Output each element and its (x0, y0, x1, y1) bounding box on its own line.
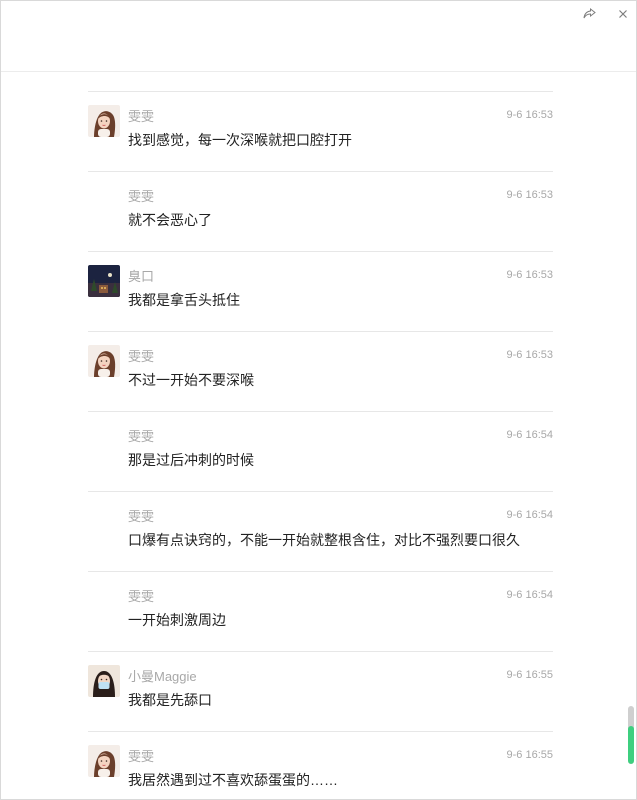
message-time: 9-6 16:53 (506, 109, 553, 121)
message-item: 雯雯 9-6 16:53 就不会恶心了 (88, 171, 553, 252)
message-text[interactable]: 那是过后冲刺的时候 (128, 450, 254, 470)
message-text[interactable]: 口爆有点诀窍的，不能一开始就整根含住，对比不强烈要口很久 (128, 530, 520, 550)
message-text[interactable]: 我居然遇到过不喜欢舔蛋蛋的…… (128, 770, 338, 790)
message-item: 小曼Maggie 9-6 16:55 我都是先舔口 (88, 651, 553, 732)
message-item: 雯雯 9-6 16:55 我居然遇到过不喜欢舔蛋蛋的…… (88, 731, 553, 799)
message-item: 雯雯 9-6 16:53 不过一开始不要深喉 (88, 331, 553, 412)
sender-name: 雯雯 (128, 349, 155, 364)
message-item: 雯雯 9-6 16:53 找到感觉，每一次深喉就把口腔打开 (88, 91, 553, 172)
sender-name: 雯雯 (128, 509, 155, 524)
message-item: 雯雯 9-6 16:54 一开始刺激周边 (88, 571, 553, 652)
message-item: 雯雯 9-6 16:54 口爆有点诀窍的，不能一开始就整根含住，对比不强烈要口很… (88, 491, 553, 572)
message-item: 臭口 9-6 16:53 我都是拿舌头抵住 (88, 251, 553, 332)
message-text[interactable]: 一开始刺激周边 (128, 610, 226, 630)
message-text[interactable]: 不过一开始不要深喉 (128, 370, 254, 390)
message-time: 9-6 16:55 (506, 749, 553, 761)
sender-name: 臭口 (128, 269, 155, 284)
close-icon[interactable] (613, 5, 633, 23)
message-time: 9-6 16:55 (506, 669, 553, 681)
message-time: 9-6 16:53 (506, 349, 553, 361)
title-bar (1, 1, 636, 72)
message-time: 9-6 16:54 (506, 509, 553, 521)
message-time: 9-6 16:53 (506, 189, 553, 201)
message-time: 9-6 16:54 (506, 429, 553, 441)
message-time: 9-6 16:54 (506, 589, 553, 601)
sender-name: 雯雯 (128, 109, 155, 124)
message-text[interactable]: 就不会恶心了 (128, 210, 212, 230)
message-text[interactable]: 找到感觉，每一次深喉就把口腔打开 (128, 130, 352, 150)
message-time: 9-6 16:53 (506, 269, 553, 281)
message-text[interactable]: 我都是拿舌头抵住 (128, 290, 240, 310)
chat-record-list[interactable]: 雯雯 9-6 16:53 找到感觉，每一次深喉就把口腔打开 雯雯 9-6 16:… (1, 72, 636, 799)
woman-avatar[interactable] (88, 345, 120, 377)
sender-name: 雯雯 (128, 189, 155, 204)
night-scene-avatar[interactable] (88, 265, 120, 297)
scrollbar-thumb[interactable] (628, 726, 634, 764)
woman-avatar[interactable] (88, 745, 120, 777)
sender-name: 小曼Maggie (128, 669, 197, 684)
masked-girl-avatar[interactable] (88, 665, 120, 697)
sender-name: 雯雯 (128, 749, 155, 764)
woman-avatar[interactable] (88, 105, 120, 137)
sender-name: 雯雯 (128, 589, 155, 604)
chat-record-window: 雯雯 9-6 16:53 找到感觉，每一次深喉就把口腔打开 雯雯 9-6 16:… (0, 0, 637, 800)
sender-name: 雯雯 (128, 429, 155, 444)
message-text[interactable]: 我都是先舔口 (128, 690, 212, 710)
scrollbar[interactable] (628, 706, 634, 764)
share-arrow-icon[interactable] (579, 5, 599, 23)
message-item: 雯雯 9-6 16:54 那是过后冲刺的时候 (88, 411, 553, 492)
